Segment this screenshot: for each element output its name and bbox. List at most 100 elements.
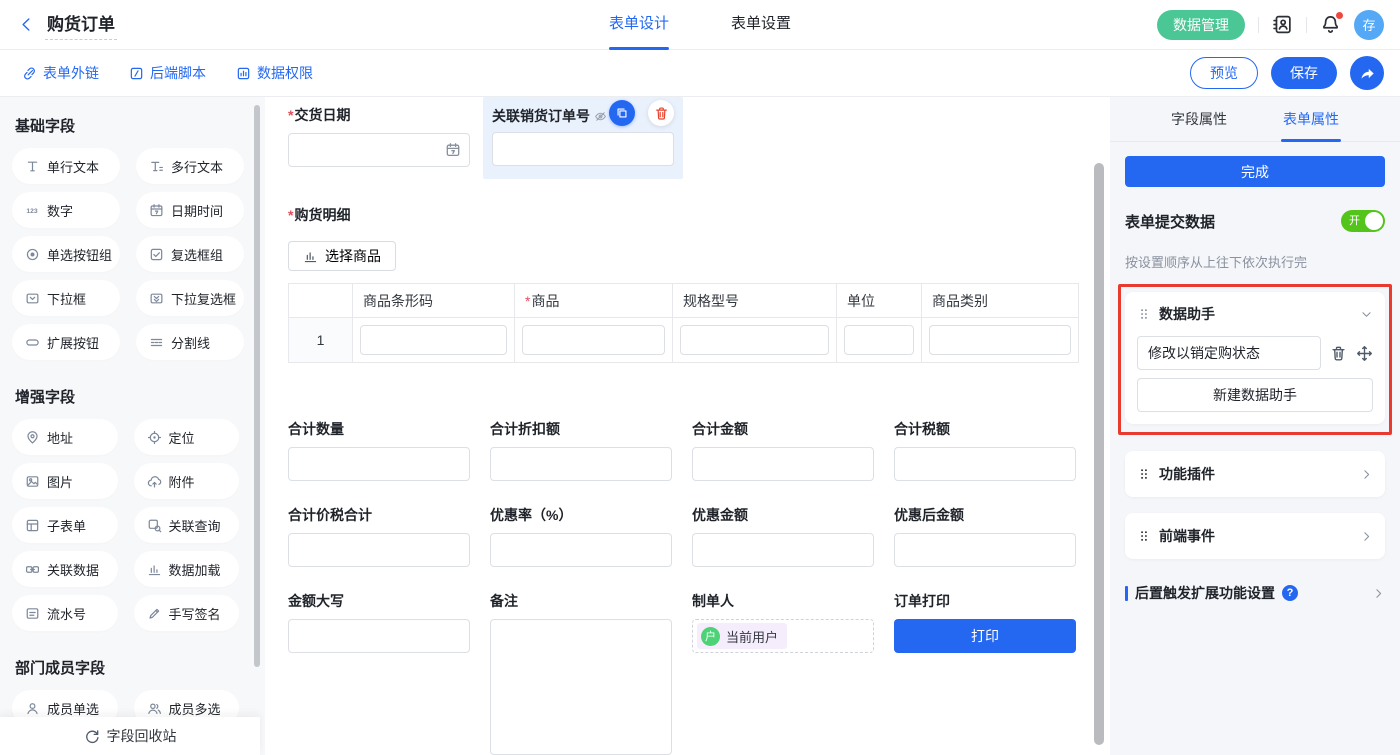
sidebar-item-pill[interactable]: 扩展按钮: [12, 324, 120, 360]
linked-sales-order-input[interactable]: [492, 132, 674, 166]
data-manage-button[interactable]: 数据管理: [1157, 10, 1245, 40]
user-avatar[interactable]: 存: [1354, 10, 1384, 40]
frontend-event-card[interactable]: 前端事件: [1125, 513, 1385, 559]
summary-field[interactable]: 优惠率（%）: [490, 505, 672, 567]
top-tab[interactable]: 表单设计: [609, 0, 669, 50]
preview-button[interactable]: 预览: [1190, 57, 1258, 89]
sidebar-item-divider[interactable]: 分割线: [136, 324, 244, 360]
move-helper-button[interactable]: [1356, 345, 1373, 362]
copy-field-button[interactable]: [609, 100, 635, 126]
summary-field[interactable]: 合计价税合计: [288, 505, 470, 567]
print-button[interactable]: 打印: [894, 619, 1076, 653]
summary-row: 合计价税合计优惠率（%） 优惠金额优惠后金额: [288, 505, 1110, 567]
share-button[interactable]: [1350, 56, 1384, 90]
done-button[interactable]: 完成: [1125, 156, 1385, 187]
form-title[interactable]: 购货订单: [45, 10, 117, 40]
field-order-print[interactable]: 订单打印 打印: [894, 591, 1076, 755]
sidebar-scrollbar[interactable]: [254, 105, 260, 667]
table-cell[interactable]: [353, 318, 515, 363]
data-helper-header[interactable]: 数据助手: [1137, 304, 1373, 324]
toggle-knob: [1365, 212, 1383, 230]
user-icon: [25, 701, 40, 716]
sidebar-item-linked-query[interactable]: 关联查询: [134, 507, 240, 543]
table-cell-input[interactable]: [522, 325, 665, 355]
summary-field[interactable]: 合计金额: [692, 419, 874, 481]
summary-field[interactable]: 合计税额: [894, 419, 1076, 481]
sidebar-item-chart[interactable]: 数据加载: [134, 551, 240, 587]
sidebar-item-attachment[interactable]: 附件: [134, 463, 240, 499]
summary-input[interactable]: [692, 533, 874, 567]
summary-field[interactable]: 合计数量: [288, 419, 470, 481]
sidebar-item-target[interactable]: 定位: [134, 419, 240, 455]
summary-field[interactable]: 优惠后金额: [894, 505, 1076, 567]
sidebar-item-select[interactable]: 下拉框: [12, 280, 120, 316]
sidebar-item-checkbox[interactable]: 复选框组: [136, 236, 244, 272]
table-cell-input[interactable]: [680, 325, 829, 355]
field-remark[interactable]: 备注: [490, 591, 672, 755]
table-cell[interactable]: [515, 318, 673, 363]
properties-tab[interactable]: 表单属性: [1283, 97, 1339, 142]
summary-input[interactable]: [894, 533, 1076, 567]
delete-helper-button[interactable]: [1330, 345, 1347, 362]
table-cell[interactable]: [673, 318, 837, 363]
select-product-button[interactable]: 选择商品: [288, 241, 396, 271]
toolbar-link[interactable]: 后端脚本: [129, 63, 206, 83]
canvas-scrollbar[interactable]: [1094, 163, 1104, 745]
chevron-down-icon: [1360, 308, 1373, 321]
plugin-card[interactable]: 功能插件: [1125, 451, 1385, 497]
table-cell-input[interactable]: [929, 325, 1071, 355]
eye-off-icon: [594, 110, 607, 123]
sidebar-item-number[interactable]: 123数字: [12, 192, 120, 228]
field-creator[interactable]: 制单人 户 当前用户: [692, 591, 874, 755]
back-button[interactable]: [18, 16, 35, 33]
summary-input[interactable]: [894, 447, 1076, 481]
toolbar-link[interactable]: 表单外链: [22, 63, 99, 83]
remark-textarea[interactable]: [490, 619, 672, 755]
field-label: 关联销货订单号: [492, 106, 590, 126]
summary-field[interactable]: 优惠金额: [692, 505, 874, 567]
table-cell-input[interactable]: [360, 325, 507, 355]
save-button[interactable]: 保存: [1271, 57, 1337, 89]
table-cell[interactable]: [922, 318, 1079, 363]
sidebar-item-text[interactable]: 单行文本: [12, 148, 120, 184]
properties-tab-bar: 字段属性 表单属性: [1110, 97, 1400, 142]
post-trigger-settings[interactable]: 后置触发扩展功能设置 ?: [1125, 583, 1385, 603]
field-recycle-bin[interactable]: 字段回收站: [0, 717, 260, 755]
summary-input[interactable]: [490, 533, 672, 567]
sidebar-item-subform[interactable]: 子表单: [12, 507, 118, 543]
properties-tab[interactable]: 字段属性: [1171, 97, 1227, 142]
submit-data-toggle[interactable]: 开: [1341, 210, 1385, 232]
toolbar-link[interactable]: 数据权限: [236, 63, 313, 83]
summary-input[interactable]: [288, 447, 470, 481]
top-tab[interactable]: 表单设置: [731, 0, 791, 50]
field-delivery-date[interactable]: *交货日期: [288, 105, 470, 179]
sidebar-item-multiline[interactable]: 多行文本: [136, 148, 244, 184]
contacts-book-icon[interactable]: [1272, 14, 1293, 35]
field-linked-sales-order[interactable]: 关联销货订单号: [483, 97, 683, 179]
summary-input[interactable]: [490, 447, 672, 481]
summary-field[interactable]: 合计折扣额: [490, 419, 672, 481]
sidebar-item-calendar[interactable]: 日期时间: [136, 192, 244, 228]
sidebar-item-image[interactable]: 图片: [12, 463, 118, 499]
data-helper-item[interactable]: 修改以销定购状态: [1137, 336, 1321, 370]
sidebar-item-radio[interactable]: 单选按钮组: [12, 236, 120, 272]
field-amount-in-words[interactable]: 金额大写: [288, 591, 470, 755]
sidebar-item-linked-data[interactable]: 关联数据: [12, 551, 118, 587]
new-data-helper-button[interactable]: 新建数据助手: [1137, 378, 1373, 412]
table-cell[interactable]: [837, 318, 922, 363]
delivery-date-input[interactable]: [288, 133, 470, 167]
field-palette-sidebar: 基础字段单行文本多行文本123数字日期时间单选按钮组复选框组下拉框下拉复选框扩展…: [0, 97, 265, 755]
creator-input[interactable]: 户 当前用户: [692, 619, 874, 653]
sidebar-item-pin[interactable]: 地址: [12, 419, 118, 455]
summary-input[interactable]: [288, 533, 470, 567]
amount-in-words-input[interactable]: [288, 619, 470, 653]
sidebar-item-serial[interactable]: 流水号: [12, 595, 118, 631]
help-question-icon[interactable]: ?: [1282, 585, 1298, 601]
properties-panel: 字段属性表单属性 完成 表单提交数据 开 按设置顺序从上往下依次执行完 数据助手…: [1110, 97, 1400, 755]
notification-bell-icon[interactable]: [1320, 14, 1341, 35]
table-cell-input[interactable]: [844, 325, 914, 355]
summary-input[interactable]: [692, 447, 874, 481]
delete-field-button[interactable]: [648, 100, 674, 126]
sidebar-item-signature[interactable]: 手写签名: [134, 595, 240, 631]
sidebar-item-multiselect[interactable]: 下拉复选框: [136, 280, 244, 316]
